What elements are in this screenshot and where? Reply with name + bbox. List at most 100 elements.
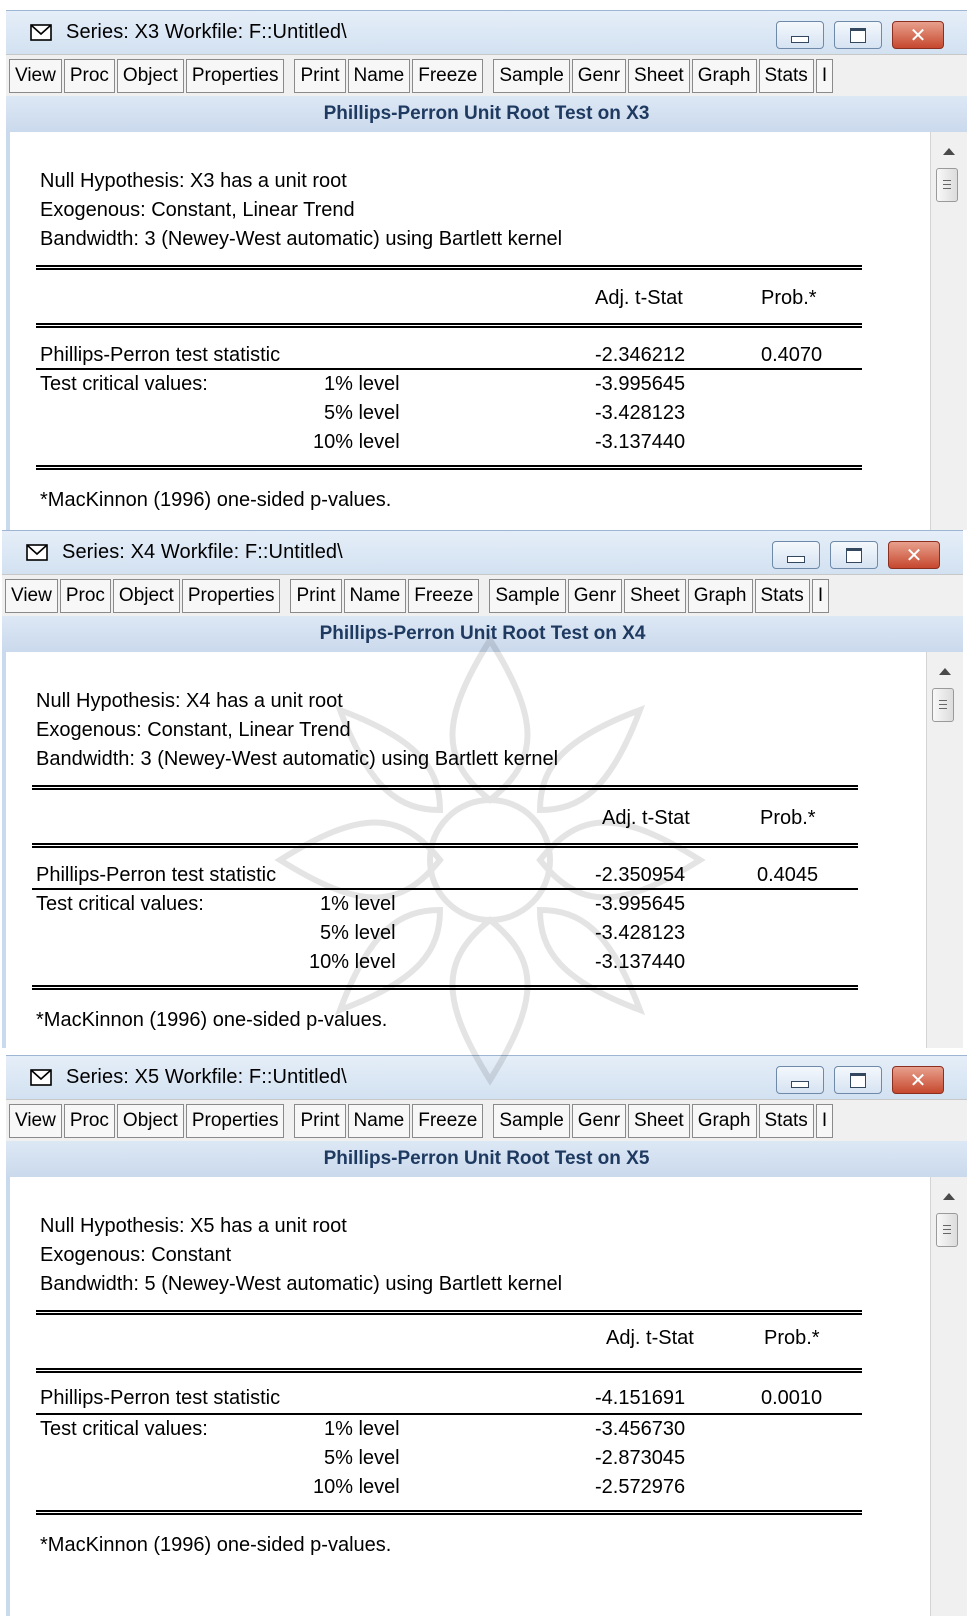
stats-button[interactable]: Stats bbox=[754, 579, 810, 613]
close-button[interactable]: ✕ bbox=[892, 1066, 944, 1094]
col-header-prob: Prob.* bbox=[764, 1327, 820, 1349]
table-rule bbox=[36, 1310, 862, 1315]
table-rule bbox=[36, 1510, 862, 1515]
table-rule bbox=[36, 265, 862, 270]
object-button[interactable]: Object bbox=[112, 579, 180, 613]
critical-values-label: Test critical values: bbox=[40, 373, 208, 395]
bandwidth: Bandwidth: 5 (Newey-West automatic) usin… bbox=[40, 1273, 563, 1295]
minimize-button[interactable] bbox=[776, 21, 824, 49]
output-header: Phillips-Perron Unit Root Test on X3 bbox=[6, 96, 967, 132]
sample-button[interactable]: Sample bbox=[493, 59, 570, 93]
minimize-icon bbox=[791, 35, 809, 43]
proc-button[interactable]: Proc bbox=[63, 59, 115, 93]
close-icon: ✕ bbox=[909, 23, 927, 47]
stat-label: Phillips-Perron test statistic bbox=[40, 1387, 281, 1409]
scroll-thumb[interactable] bbox=[936, 1213, 958, 1247]
level-value: -2.572976 bbox=[595, 1476, 686, 1498]
view-button[interactable]: View bbox=[5, 579, 58, 613]
level-label: 5% level bbox=[324, 1447, 400, 1469]
close-icon: ✕ bbox=[905, 543, 923, 567]
more-button[interactable]: I bbox=[815, 1104, 834, 1138]
genr-button[interactable]: Genr bbox=[571, 59, 627, 93]
envelope-icon bbox=[30, 24, 52, 41]
envelope-icon bbox=[30, 1069, 52, 1086]
scroll-thumb[interactable] bbox=[932, 688, 954, 722]
stats-button[interactable]: Stats bbox=[758, 59, 814, 93]
minimize-icon bbox=[791, 1080, 809, 1088]
proc-button[interactable]: Proc bbox=[59, 579, 111, 613]
maximize-button[interactable] bbox=[834, 21, 882, 49]
maximize-icon bbox=[846, 547, 862, 563]
proc-button[interactable]: Proc bbox=[63, 1104, 115, 1138]
minimize-button[interactable] bbox=[772, 541, 820, 569]
critical-values-label: Test critical values: bbox=[40, 1418, 208, 1440]
stats-button[interactable]: Stats bbox=[758, 1104, 814, 1138]
vertical-scrollbar[interactable] bbox=[926, 652, 963, 1048]
output-content: Null Hypothesis: X3 has a unit root Exog… bbox=[6, 132, 967, 530]
view-button[interactable]: View bbox=[9, 1104, 62, 1138]
maximize-icon bbox=[850, 27, 866, 43]
level-value: -3.137440 bbox=[595, 431, 686, 453]
output-content: Null Hypothesis: X5 has a unit root Exog… bbox=[6, 1177, 967, 1616]
scroll-up-icon[interactable] bbox=[943, 148, 955, 155]
col-header-tstat: Adj. t-Stat bbox=[606, 1327, 694, 1349]
table-rule bbox=[36, 1368, 862, 1373]
stat-label: Phillips-Perron test statistic bbox=[40, 344, 281, 366]
scroll-up-icon[interactable] bbox=[943, 1193, 955, 1200]
window-titlebar[interactable]: Series: X3 Workfile: F::Untitled\ ✕ bbox=[6, 10, 967, 55]
print-button[interactable]: Print bbox=[294, 59, 346, 93]
name-button[interactable]: Name bbox=[347, 59, 411, 93]
more-button[interactable]: I bbox=[815, 59, 834, 93]
level-label: 1% level bbox=[324, 1418, 400, 1440]
window-title: Series: X4 Workfile: F::Untitled\ bbox=[62, 541, 343, 563]
window-titlebar[interactable]: Series: X4 Workfile: F::Untitled\ ✕ bbox=[2, 530, 963, 575]
properties-button[interactable]: Properties bbox=[185, 59, 285, 93]
null-hypothesis: Null Hypothesis: X3 has a unit root bbox=[40, 170, 347, 192]
level-value: -3.428123 bbox=[595, 402, 686, 424]
level-label: 10% level bbox=[313, 431, 400, 453]
level-label: 1% level bbox=[324, 373, 400, 395]
object-button[interactable]: Object bbox=[116, 59, 184, 93]
vertical-scrollbar[interactable] bbox=[930, 132, 967, 530]
col-header-prob: Prob.* bbox=[761, 287, 817, 309]
maximize-button[interactable] bbox=[834, 1066, 882, 1094]
watermark-ornament bbox=[274, 634, 706, 1086]
bandwidth: Bandwidth: 3 (Newey-West automatic) usin… bbox=[40, 228, 563, 250]
window-title: Series: X3 Workfile: F::Untitled\ bbox=[66, 21, 347, 43]
critical-values-label: Test critical values: bbox=[36, 893, 204, 915]
close-button[interactable]: ✕ bbox=[892, 21, 944, 49]
footnote: *MacKinnon (1996) one-sided p-values. bbox=[40, 489, 392, 511]
footnote: *MacKinnon (1996) one-sided p-values. bbox=[40, 1534, 392, 1556]
maximize-icon bbox=[850, 1072, 866, 1088]
view-button[interactable]: View bbox=[9, 59, 62, 93]
level-label: 5% level bbox=[324, 402, 400, 424]
graph-button[interactable]: Graph bbox=[691, 59, 757, 93]
table-rule bbox=[36, 323, 862, 328]
close-button[interactable]: ✕ bbox=[888, 541, 940, 569]
col-header-tstat: Adj. t-Stat bbox=[595, 287, 683, 309]
table-rule bbox=[36, 368, 862, 370]
table-rule bbox=[36, 465, 862, 470]
sheet-button[interactable]: Sheet bbox=[628, 59, 690, 93]
minimize-button[interactable] bbox=[776, 1066, 824, 1094]
more-button[interactable]: I bbox=[811, 579, 830, 613]
minimize-icon bbox=[787, 555, 805, 563]
maximize-button[interactable] bbox=[830, 541, 878, 569]
series-window-x5: Series: X5 Workfile: F::Untitled\ ✕ View… bbox=[6, 1055, 967, 1616]
exogenous: Exogenous: Constant bbox=[40, 1244, 232, 1266]
table-rule bbox=[36, 1413, 862, 1415]
level-value: -3.456730 bbox=[595, 1418, 686, 1440]
scroll-up-icon[interactable] bbox=[939, 668, 951, 675]
close-icon: ✕ bbox=[909, 1068, 927, 1092]
object-button[interactable]: Object bbox=[116, 1104, 184, 1138]
toolbar: View Proc Object Properties Print Name F… bbox=[6, 54, 967, 98]
level-value: -3.995645 bbox=[595, 373, 686, 395]
vertical-scrollbar[interactable] bbox=[930, 1177, 967, 1616]
col-header-prob: Prob.* bbox=[760, 807, 816, 829]
freeze-button[interactable]: Freeze bbox=[412, 59, 484, 93]
stat-prob: 0.0010 bbox=[761, 1387, 823, 1409]
stat-prob: 0.4045 bbox=[757, 864, 819, 886]
envelope-icon bbox=[26, 544, 48, 561]
level-value: -2.873045 bbox=[595, 1447, 686, 1469]
scroll-thumb[interactable] bbox=[936, 168, 958, 202]
